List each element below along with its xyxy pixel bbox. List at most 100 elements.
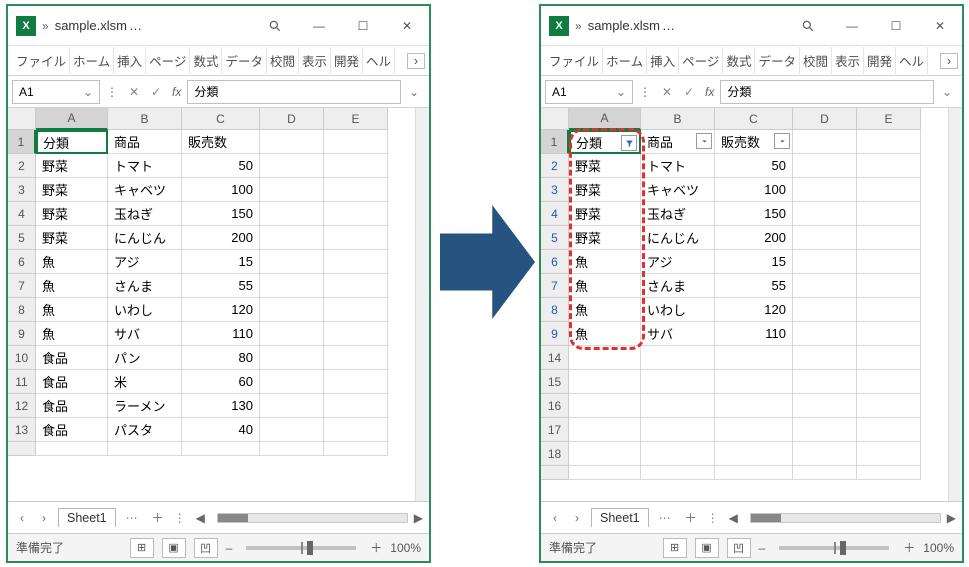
cell[interactable]: にんじん — [641, 226, 715, 250]
formula-input[interactable]: 分類 — [720, 80, 934, 104]
ribbon-tab-help[interactable]: ヘル — [363, 47, 395, 74]
cell[interactable] — [793, 298, 857, 322]
cell[interactable] — [260, 274, 324, 298]
cell[interactable] — [857, 274, 921, 298]
row-header[interactable]: 12 — [8, 394, 36, 418]
cell[interactable]: 魚 — [569, 250, 641, 274]
row-header[interactable]: 1 — [541, 130, 569, 154]
cell[interactable]: トマト — [108, 154, 182, 178]
cell[interactable]: 魚 — [36, 274, 108, 298]
cell[interactable]: 玉ねぎ — [108, 202, 182, 226]
spreadsheet-grid[interactable]: A B C D E 1分類商品販売数2野菜トマト503野菜キャベツ1004野菜玉… — [8, 108, 429, 501]
cell[interactable]: 100 — [715, 178, 793, 202]
namebox-dropdown-icon[interactable]: ⌄ — [616, 85, 626, 99]
cell[interactable] — [857, 154, 921, 178]
cell[interactable] — [569, 394, 641, 418]
view-normal-icon[interactable]: ⊞ — [663, 538, 687, 558]
cell[interactable]: 110 — [182, 322, 260, 346]
cell[interactable] — [260, 394, 324, 418]
hscroll-right-icon[interactable]: ▶ — [947, 511, 956, 525]
ribbon-more-icon[interactable]: › — [940, 53, 958, 69]
cell[interactable]: 米 — [108, 370, 182, 394]
ribbon-tab-data[interactable]: データ — [222, 47, 267, 74]
row-header[interactable]: 9 — [541, 322, 569, 346]
cell[interactable]: 60 — [182, 370, 260, 394]
zoom-slider[interactable] — [246, 546, 356, 550]
view-normal-icon[interactable]: ⊞ — [130, 538, 154, 558]
cell[interactable]: サバ — [641, 322, 715, 346]
ribbon-tab-view[interactable]: 表示 — [299, 47, 331, 74]
cell[interactable]: さんま — [641, 274, 715, 298]
cell[interactable]: 販売数 — [715, 130, 793, 154]
cell[interactable]: 魚 — [36, 298, 108, 322]
row-header[interactable]: 3 — [8, 178, 36, 202]
cell[interactable] — [260, 202, 324, 226]
cell[interactable] — [857, 370, 921, 394]
cell[interactable]: さんま — [108, 274, 182, 298]
cell[interactable] — [260, 418, 324, 442]
zoom-level[interactable]: 100% — [390, 541, 421, 555]
col-header-e[interactable]: E — [857, 108, 921, 130]
cell[interactable] — [857, 322, 921, 346]
cell[interactable] — [793, 274, 857, 298]
add-sheet-button[interactable]: ＋ — [152, 509, 164, 526]
close-button[interactable]: ✕ — [385, 6, 429, 46]
cell[interactable] — [857, 394, 921, 418]
cell[interactable]: 50 — [715, 154, 793, 178]
search-icon[interactable] — [253, 6, 297, 46]
cell[interactable] — [324, 274, 388, 298]
sheet-nav-next[interactable]: › — [36, 509, 52, 527]
cell[interactable] — [641, 346, 715, 370]
cell[interactable] — [857, 130, 921, 154]
cell[interactable] — [715, 442, 793, 466]
zoom-level[interactable]: 100% — [923, 541, 954, 555]
col-header-b[interactable]: B — [108, 108, 182, 130]
row-header[interactable]: 16 — [541, 394, 569, 418]
row-header[interactable]: 4 — [541, 202, 569, 226]
cell[interactable] — [324, 178, 388, 202]
cell[interactable]: 野菜 — [569, 178, 641, 202]
cell[interactable]: 販売数 — [182, 130, 260, 154]
add-sheet-button[interactable]: ＋ — [685, 509, 697, 526]
cell[interactable] — [569, 370, 641, 394]
cell[interactable] — [324, 226, 388, 250]
cell[interactable]: ラーメン — [108, 394, 182, 418]
vertical-scrollbar[interactable] — [948, 108, 962, 501]
row-header[interactable]: 3 — [541, 178, 569, 202]
cells-area[interactable]: 1分類商品販売数2野菜トマト503野菜キャベツ1004野菜玉ねぎ1505野菜にん… — [8, 130, 415, 456]
cell[interactable] — [793, 250, 857, 274]
cell[interactable]: 魚 — [36, 322, 108, 346]
col-header-e[interactable]: E — [324, 108, 388, 130]
cell[interactable] — [324, 298, 388, 322]
cell[interactable] — [715, 346, 793, 370]
view-pagebreak-icon[interactable]: 凹 — [727, 538, 751, 558]
sheet-nav-next[interactable]: › — [569, 509, 585, 527]
cell[interactable]: 150 — [715, 202, 793, 226]
ribbon-tab-formula[interactable]: 数式 — [190, 47, 222, 74]
row-header[interactable]: 11 — [8, 370, 36, 394]
cell[interactable]: 野菜 — [569, 202, 641, 226]
cell[interactable] — [641, 418, 715, 442]
cell[interactable] — [857, 298, 921, 322]
view-pagelayout-icon[interactable]: ▣ — [162, 538, 186, 558]
cell[interactable]: 野菜 — [36, 202, 108, 226]
cell[interactable]: いわし — [641, 298, 715, 322]
row-header[interactable]: 1 — [8, 130, 36, 154]
ribbon-tab-home[interactable]: ホーム — [70, 47, 114, 74]
cell[interactable] — [857, 226, 921, 250]
cell[interactable]: 魚 — [569, 274, 641, 298]
row-header[interactable]: 2 — [8, 154, 36, 178]
cell[interactable]: 玉ねぎ — [641, 202, 715, 226]
cell[interactable] — [324, 418, 388, 442]
select-all-corner[interactable] — [541, 108, 569, 130]
qat-chevron-icon[interactable]: » — [42, 19, 49, 33]
cell[interactable] — [793, 346, 857, 370]
row-header[interactable]: 14 — [541, 346, 569, 370]
cell[interactable] — [324, 250, 388, 274]
cell[interactable] — [793, 418, 857, 442]
cell[interactable]: 50 — [182, 154, 260, 178]
cell[interactable] — [260, 178, 324, 202]
cell[interactable] — [569, 442, 641, 466]
search-icon[interactable] — [786, 6, 830, 46]
ribbon-tab-insert[interactable]: 挿入 — [114, 47, 146, 74]
